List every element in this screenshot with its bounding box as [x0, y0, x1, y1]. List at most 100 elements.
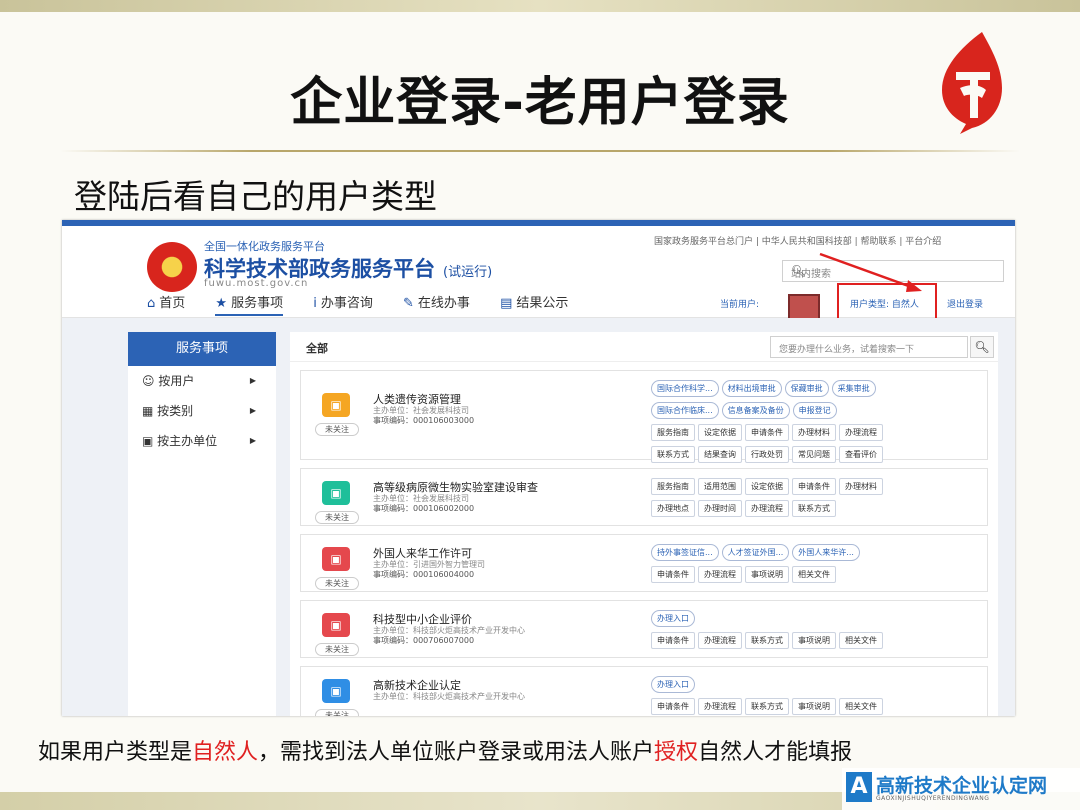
- service-icon: ▣: [322, 481, 350, 505]
- action-button[interactable]: 办理入口: [651, 610, 695, 627]
- service-icon: ▣: [322, 547, 350, 571]
- action-button[interactable]: 办理材料: [839, 478, 883, 495]
- action-button[interactable]: 国际合作科学...: [651, 380, 719, 397]
- action-button[interactable]: 行政处罚: [745, 446, 789, 463]
- action-button[interactable]: 采集审批: [831, 380, 876, 397]
- annotation-arrow-icon: [819, 252, 922, 292]
- sidebar-item-department[interactable]: ▣ 按主办单位 ▶: [128, 426, 276, 456]
- service-card[interactable]: ▣ 未关注 高等级病原微生物实验室建设审查 主办单位：社会发展科技司 事项编码：0001…: [300, 468, 988, 526]
- action-button[interactable]: 申请条件: [792, 478, 836, 495]
- action-button[interactable]: 服务指南: [651, 424, 695, 441]
- action-button[interactable]: 国际合作临床...: [651, 402, 719, 419]
- action-button[interactable]: 联系方式: [792, 500, 836, 517]
- action-row: 国际合作科学... 材料出境审批 保藏审批 采集审批: [651, 376, 991, 398]
- action-button[interactable]: 适用范围: [698, 478, 742, 495]
- action-button[interactable]: 结果查询: [698, 446, 742, 463]
- service-card[interactable]: ▣ 未关注 高新技术企业认定 主办单位：科技部火炬高技术产业开发中心 办理入口 申请条件办…: [300, 666, 988, 716]
- portal-screenshot: 全国一体化政务服务平台 科学技术部政务服务平台 (试运行) fuwu.most.g…: [62, 220, 1015, 716]
- action-button[interactable]: 申请条件: [651, 632, 695, 649]
- follow-button[interactable]: 未关注: [315, 709, 359, 716]
- service-code: 事项编码：000106003000: [373, 416, 475, 425]
- action-button[interactable]: 事项说明: [745, 566, 789, 583]
- service-list: 全部 您要办理什么业务，试着搜索一下 🔍︎ ▣ 未关注 人类遗传资源管理 主办单位：社…: [290, 332, 998, 716]
- action-button[interactable]: 外国人来华许...: [792, 544, 860, 561]
- action-button[interactable]: 办理流程: [698, 698, 742, 715]
- service-actions: 持外事签证信... 人才签证外国... 外国人来华许... 申请条件 办理流程 事项说明相…: [651, 540, 991, 584]
- action-button[interactable]: 申请条件: [745, 424, 789, 441]
- torch-logo-icon: [942, 32, 1002, 134]
- service-icon: ▣: [322, 679, 350, 703]
- sidebar-item-category[interactable]: ▦ 按类别 ▶: [128, 396, 276, 426]
- action-button[interactable]: 相关文件: [839, 632, 883, 649]
- action-button[interactable]: 联系方式: [651, 446, 695, 463]
- action-row: 办理入口: [651, 606, 991, 628]
- follow-button[interactable]: 未关注: [315, 577, 359, 590]
- action-button[interactable]: 查看评价: [839, 446, 883, 463]
- service-card[interactable]: ▣ 未关注 人类遗传资源管理 主办单位：社会发展科技司 事项编码：00010600300…: [300, 370, 988, 463]
- action-row: 服务指南 适用范围 设定依据 申请条件 办理材料: [651, 474, 991, 496]
- follow-button[interactable]: 未关注: [315, 511, 359, 524]
- action-row: 申请条件 办理流程 联系方式 事项说明 相关文件: [651, 628, 991, 650]
- action-button[interactable]: 办理材料: [792, 424, 836, 441]
- action-button[interactable]: 材料出境审批: [721, 380, 782, 397]
- sidebar-header: 服务事项: [128, 332, 276, 366]
- action-button[interactable]: 申报登记: [792, 402, 837, 419]
- service-actions: 服务指南 适用范围 设定依据 申请条件 办理材料 办理地点 办理时间 办理流程 联系方式: [651, 474, 991, 518]
- watermark-subtitle: GAOXINJISHUQIYERENDINGWANG: [876, 795, 990, 802]
- service-department: 主办单位：科技部火炬高技术产业开发中心: [373, 692, 525, 701]
- action-button[interactable]: 办理流程: [698, 566, 742, 583]
- slide-subtitle: 登陆后看自己的用户类型: [74, 177, 437, 216]
- watermark: A 高新技术企业认定网 GAOXINJISHUQIYERENDINGWANG: [842, 768, 1080, 810]
- caption-highlight-authorize: 授权: [654, 740, 699, 765]
- action-button[interactable]: 服务指南: [651, 478, 695, 495]
- top-decor-strip: [0, 0, 1080, 12]
- service-card[interactable]: ▣ 未关注 科技型中小企业评价 主办单位：科技部火炬高技术产业开发中心 事项编码：000…: [300, 600, 988, 658]
- action-button[interactable]: 事项说明: [792, 632, 836, 649]
- caret-right-icon: ▶: [249, 376, 256, 385]
- action-button[interactable]: 办理流程: [839, 424, 883, 441]
- service-code: 事项编码：000706007000: [373, 636, 475, 645]
- slide-caption: 如果用户类型是自然人，需找到法人单位账户登录或用法人账户授权自然人才能填报: [38, 740, 853, 765]
- action-button[interactable]: 设定依据: [698, 424, 742, 441]
- action-button[interactable]: 持外事签证信...: [651, 544, 719, 561]
- follow-button[interactable]: 未关注: [315, 423, 359, 436]
- action-button[interactable]: 办理入口: [651, 676, 695, 693]
- follow-button[interactable]: 未关注: [315, 643, 359, 656]
- action-button[interactable]: 联系方式: [745, 632, 789, 649]
- caret-right-icon: ▶: [249, 406, 256, 415]
- divider-line: [60, 150, 1020, 152]
- caret-right-icon: ▶: [249, 436, 256, 445]
- action-button[interactable]: 事项说明: [792, 698, 836, 715]
- action-row: 申请条件 办理流程 联系方式 事项说明 相关文件: [651, 694, 991, 716]
- action-button[interactable]: 申请条件: [651, 698, 695, 715]
- service-code: 事项编码：000106004000: [373, 570, 475, 579]
- action-row: 持外事签证信... 人才签证外国... 外国人来华许...: [651, 540, 991, 562]
- action-button[interactable]: 相关文件: [792, 566, 836, 583]
- action-button[interactable]: 办理流程: [698, 632, 742, 649]
- action-button[interactable]: 办理地点: [651, 500, 695, 517]
- service-icon: ▣: [322, 393, 350, 417]
- action-button[interactable]: 办理流程: [745, 500, 789, 517]
- service-code: 事项编码：000106002000: [373, 504, 475, 513]
- action-button[interactable]: 设定依据: [745, 478, 789, 495]
- watermark-logo-icon: A: [846, 772, 872, 802]
- search-icon[interactable]: 🔍︎: [970, 336, 994, 358]
- action-row: 联系方式 结果查询 行政处罚 常见问题 查看评价: [651, 442, 991, 464]
- sidebar-item-user[interactable]: ☺ 按用户 ▶: [128, 366, 276, 396]
- action-button[interactable]: 人才签证外国...: [721, 544, 790, 561]
- action-button[interactable]: 信息备案及备份: [721, 402, 790, 419]
- action-button[interactable]: 保藏审批: [784, 380, 829, 397]
- action-button[interactable]: 办理时间: [698, 500, 742, 517]
- tab-all[interactable]: 全部: [306, 340, 328, 356]
- watermark-title: 高新技术企业认定网: [876, 775, 1048, 797]
- action-button[interactable]: 申请条件: [651, 566, 695, 583]
- service-card[interactable]: ▣ 未关注 外国人来华工作许可 主办单位：引进国外智力管理司 事项编码：00010600…: [300, 534, 988, 592]
- service-search-input[interactable]: 您要办理什么业务，试着搜索一下: [770, 336, 968, 358]
- action-row: 申请条件 办理流程 事项说明 相关文件: [651, 562, 991, 584]
- action-button[interactable]: 常见问题: [792, 446, 836, 463]
- action-button[interactable]: 相关文件: [839, 698, 883, 715]
- action-button[interactable]: 联系方式: [745, 698, 789, 715]
- action-row: 服务指南 设定依据 申请条件 办理材料 办理流程: [651, 420, 991, 442]
- action-row: 办理地点 办理时间 办理流程 联系方式: [651, 496, 991, 518]
- service-actions: 国际合作科学... 材料出境审批 保藏审批 采集审批 国际合作临床... 信息备案及备份申…: [651, 376, 991, 464]
